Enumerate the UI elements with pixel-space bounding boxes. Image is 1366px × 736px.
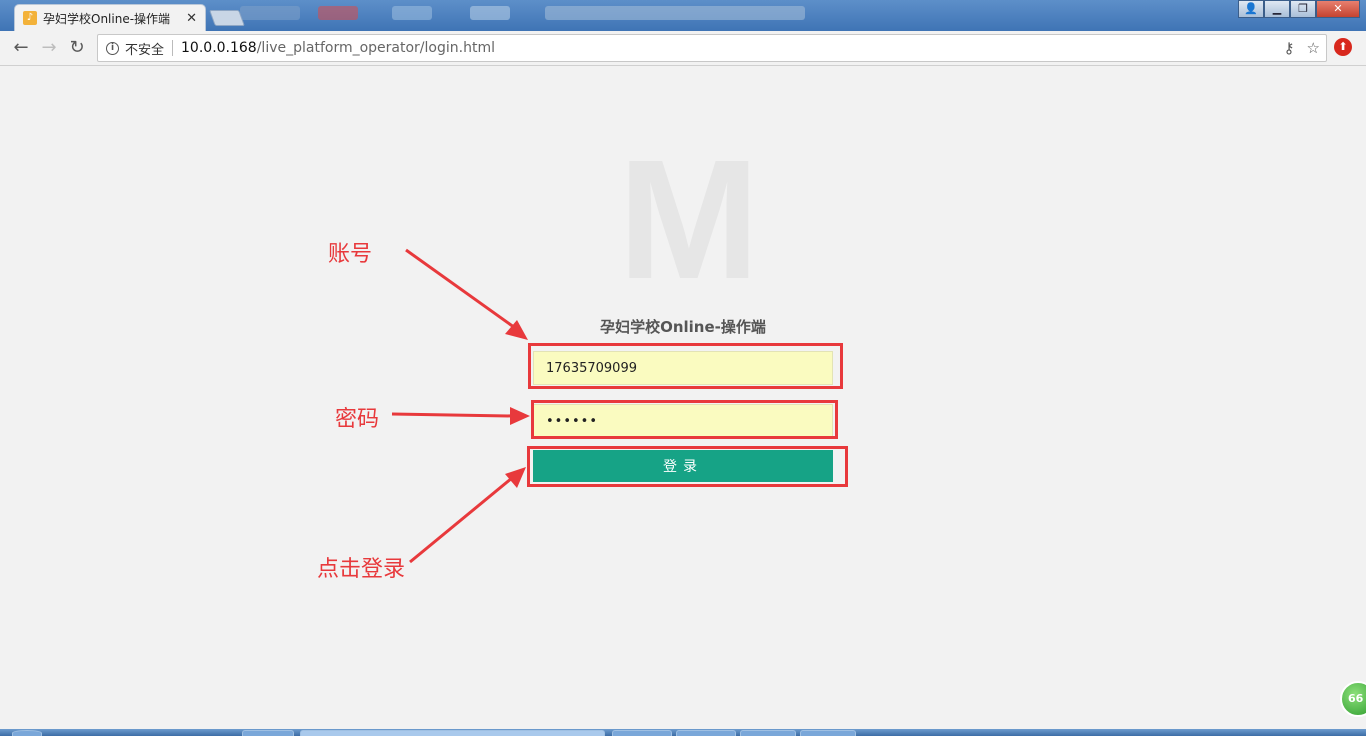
start-button[interactable] (12, 730, 42, 736)
taskbar-item-active[interactable] (300, 730, 605, 736)
account-arrow (405, 248, 519, 332)
login-arrowhead (505, 467, 526, 488)
taskbar-item[interactable] (676, 730, 736, 736)
password-arrow (391, 412, 513, 418)
taskbar-item[interactable] (612, 730, 672, 736)
annotation-arrows (391, 248, 530, 564)
login-arrow (409, 476, 513, 564)
password-arrowhead (510, 407, 530, 425)
os-taskbar (0, 729, 1366, 736)
taskbar-item[interactable] (800, 730, 856, 736)
taskbar-item[interactable] (242, 730, 294, 736)
taskbar-item[interactable] (740, 730, 796, 736)
